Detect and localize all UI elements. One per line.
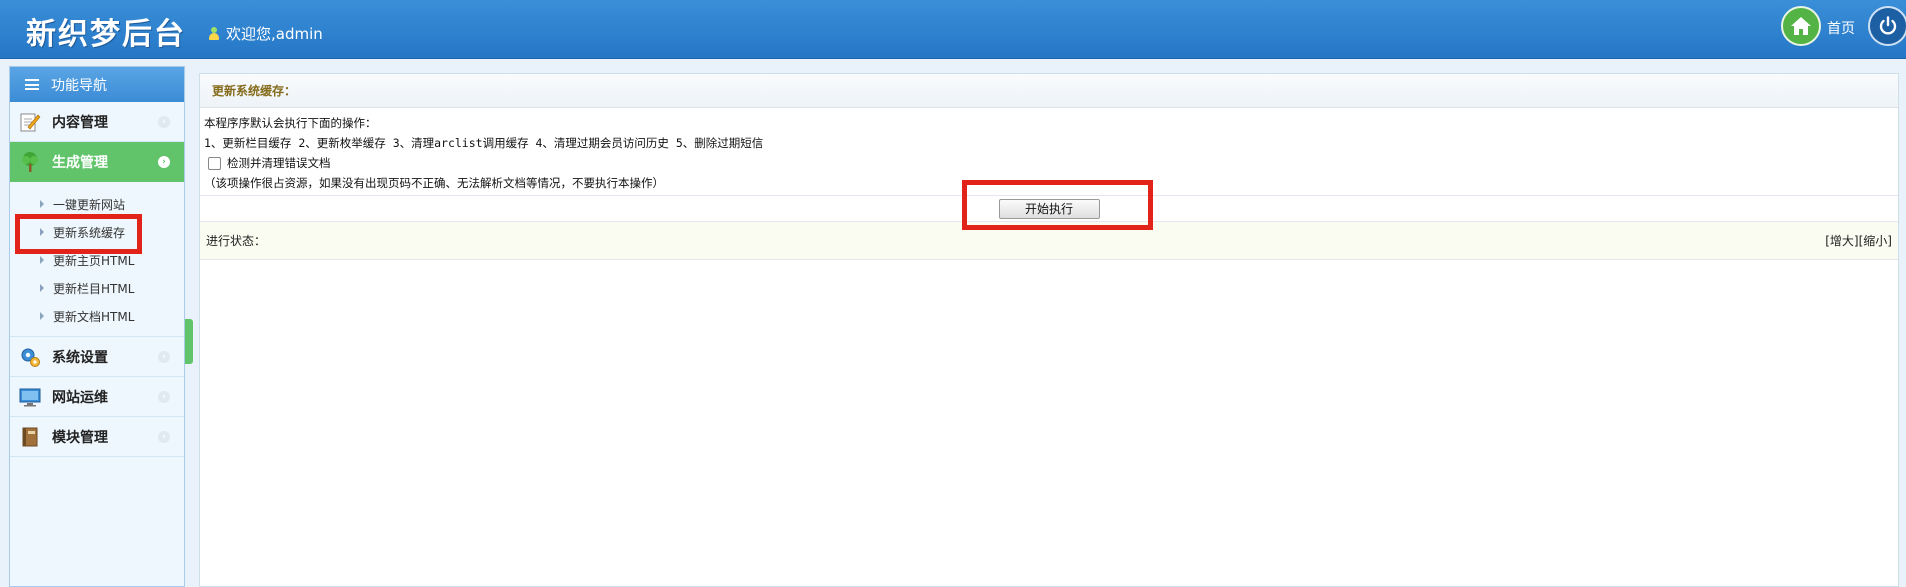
sidebar-item-label: 更新栏目HTML — [53, 281, 135, 296]
menu-system-settings[interactable]: 系统设置 › — [10, 337, 184, 377]
chevron-right-icon: › — [158, 156, 170, 168]
menu-label: 生成管理 — [52, 155, 108, 171]
page-title: 更新系统缓存： — [200, 74, 1898, 108]
home-icon[interactable] — [1781, 6, 1821, 46]
welcome-label: 欢迎您,admin — [226, 25, 323, 43]
app-logo: 新织梦后台 — [26, 17, 186, 52]
top-header: 新织梦后台 欢迎您,admin 首页 — [0, 0, 1906, 59]
chevron-right-icon: › — [158, 431, 170, 443]
menu-label: 系统设置 — [52, 349, 108, 366]
cleanup-checkbox-row[interactable]: 检测并清理错误文档 — [204, 153, 1894, 173]
menu-site-ops[interactable]: 网站运维 › — [10, 377, 184, 417]
checkbox-label: 检测并清理错误文档 — [227, 156, 331, 170]
menu-generate-management[interactable]: 生成管理 › — [10, 142, 184, 182]
tree-icon — [18, 150, 42, 174]
sidebar-collapse-handle[interactable] — [185, 319, 193, 364]
sidebar-item-label: 一键更新网站 — [53, 197, 126, 212]
menu-label: 网站运维 — [52, 389, 108, 406]
menu-module-management[interactable]: 模块管理 › — [10, 417, 184, 457]
sidebar-item-label: 更新文档HTML — [53, 309, 135, 324]
desc-line-intro: 本程序序默认会执行下面的操作： — [204, 116, 377, 130]
menu-content-management[interactable]: 内容管理 › — [10, 102, 184, 142]
sidebar-header: 功能导航 — [10, 67, 184, 102]
chevron-right-icon: › — [158, 116, 170, 128]
highlight-box-button — [962, 180, 1153, 230]
highlight-box-sidebar — [15, 214, 142, 254]
cleanup-checkbox[interactable] — [208, 156, 221, 170]
triangle-bullet-icon — [40, 284, 44, 292]
user-icon — [208, 27, 220, 40]
home-link[interactable]: 首页 — [1827, 18, 1855, 38]
sidebar-title: 功能导航 — [51, 77, 107, 94]
power-icon[interactable] — [1868, 6, 1906, 46]
triangle-bullet-icon — [40, 256, 44, 264]
menu-label: 模块管理 — [52, 429, 108, 446]
shrink-link[interactable]: [缩小] — [1859, 234, 1892, 248]
triangle-bullet-icon — [40, 200, 44, 208]
triangle-bullet-icon — [40, 312, 44, 320]
welcome-text: 欢迎您,admin — [208, 23, 323, 44]
sidebar-item-label: 更新主页HTML — [53, 253, 135, 268]
enlarge-link[interactable]: [增大] — [1825, 234, 1858, 248]
chevron-right-icon: › — [158, 391, 170, 403]
desc-line-steps: 1、更新栏目缓存 2、更新枚举缓存 3、清理arclist调用缓存 4、清理过期… — [204, 136, 764, 150]
menu-label: 内容管理 — [52, 114, 108, 131]
status-label: 进行状态： — [206, 234, 267, 248]
sidebar: 功能导航 内容管理 › 生成管理 › 一键更新网站 更新系统缓存 更新主页HTM… — [9, 66, 185, 587]
main-panel: 更新系统缓存： 本程序序默认会执行下面的操作： 1、更新栏目缓存 2、更新枚举缓… — [199, 73, 1899, 587]
chevron-right-icon: › — [158, 351, 170, 363]
sidebar-item-update-column-html[interactable]: 更新栏目HTML — [10, 274, 184, 302]
monitor-icon — [18, 385, 42, 409]
submenu-generate: 一键更新网站 更新系统缓存 更新主页HTML 更新栏目HTML 更新文档HTML — [10, 182, 184, 337]
gear-icon — [18, 345, 42, 369]
list-icon — [25, 79, 39, 90]
sidebar-item-update-doc-html[interactable]: 更新文档HTML — [10, 302, 184, 330]
edit-icon — [18, 110, 42, 134]
book-icon — [18, 425, 42, 449]
size-controls: [增大][缩小] — [1825, 232, 1892, 249]
